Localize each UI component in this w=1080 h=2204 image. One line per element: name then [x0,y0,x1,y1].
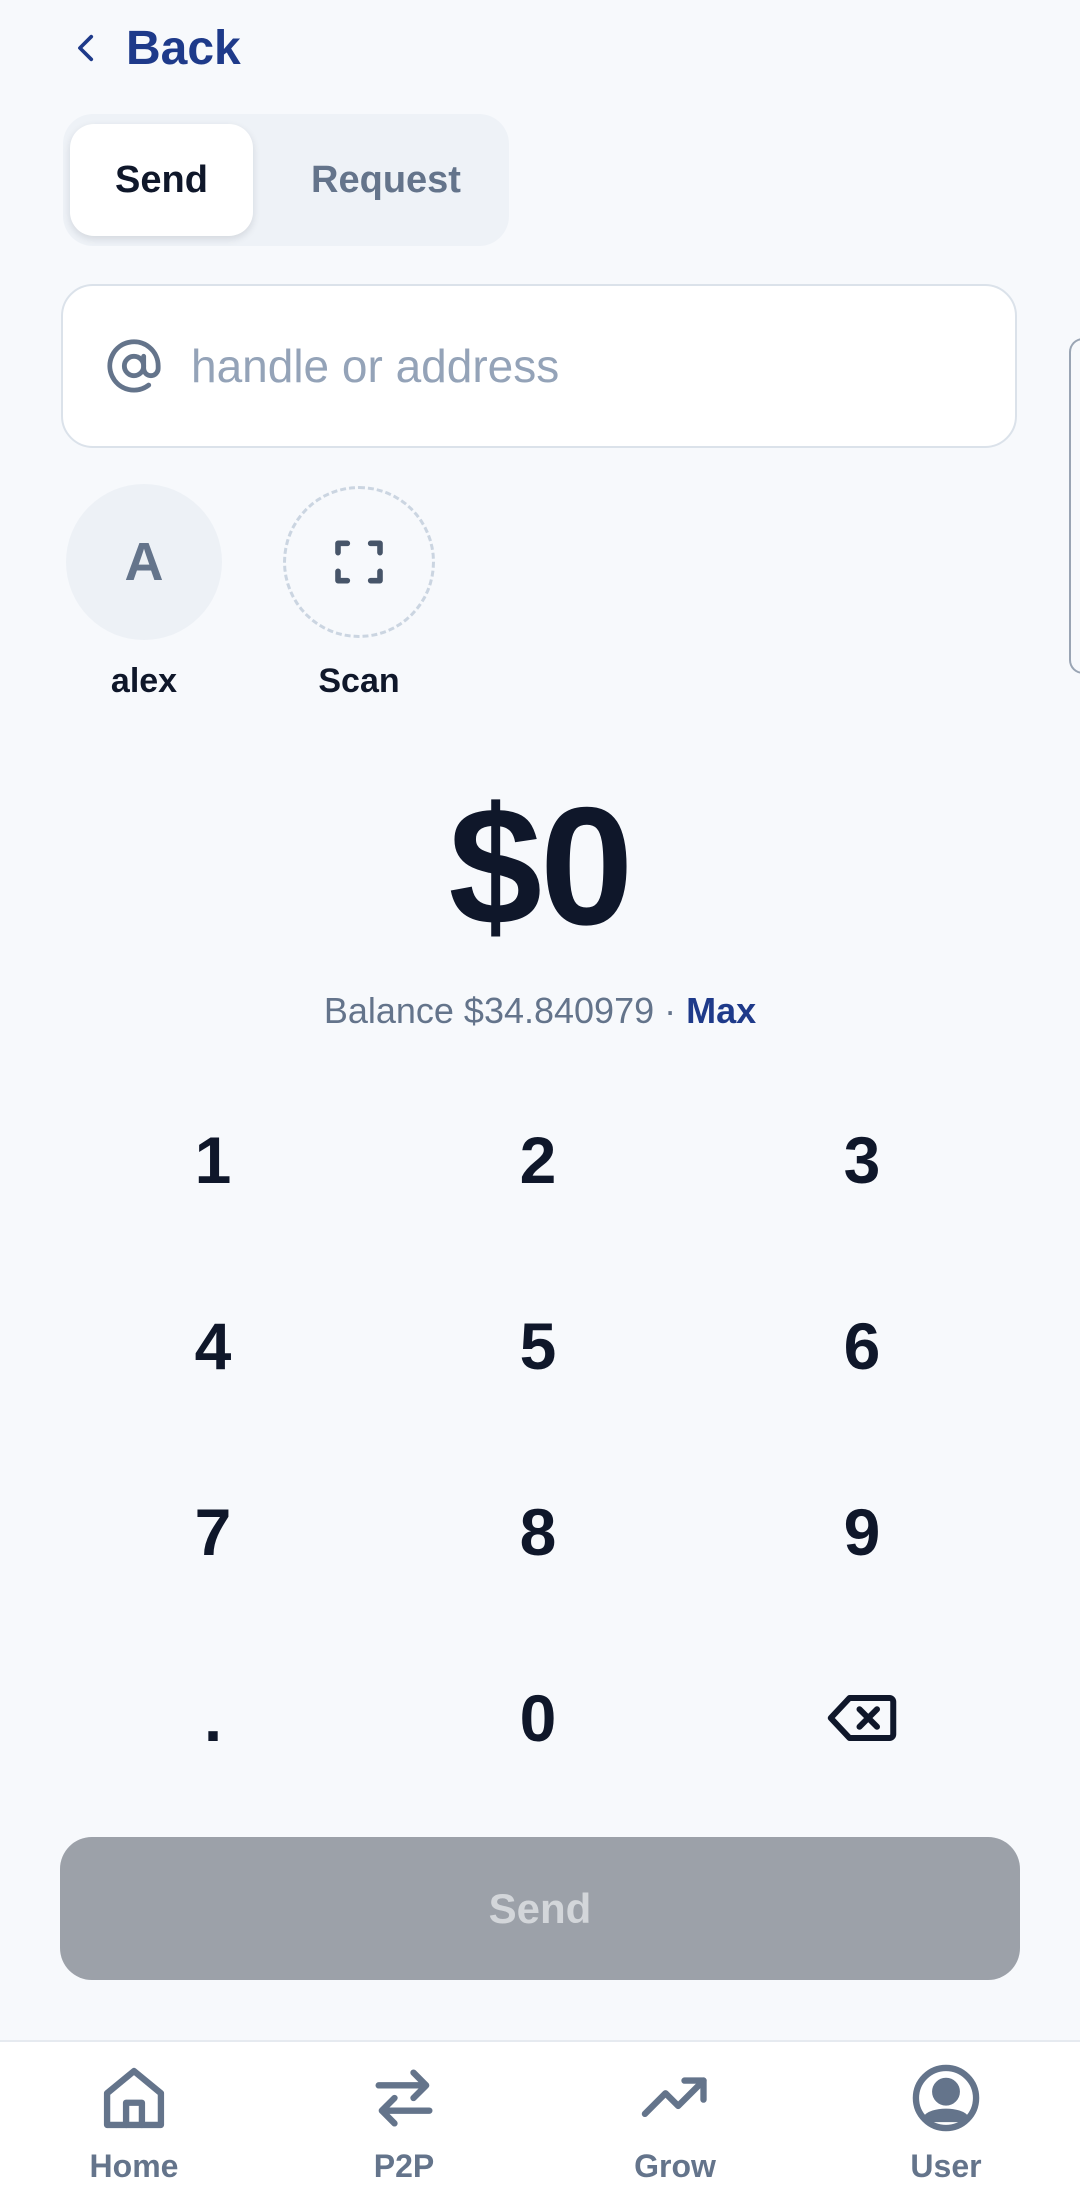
key-9[interactable]: 9 [762,1462,962,1602]
key-5[interactable]: 5 [438,1276,638,1416]
key-backspace[interactable] [762,1648,962,1788]
user-circle-icon [912,2064,980,2132]
contact-alex[interactable]: A alex [64,484,224,701]
back-label: Back [126,21,241,75]
key-decimal[interactable]: . [113,1648,313,1788]
key-6[interactable]: 6 [762,1276,962,1416]
bottom-nav: Home P2P Grow User [0,2040,1080,2204]
back-button[interactable]: Back [70,18,241,78]
tab-send[interactable]: Send [70,124,253,236]
balance-text: Balance $34.840979 · [323,990,687,1031]
scan-circle [283,486,435,638]
nav-p2p[interactable]: P2P [304,2060,504,2185]
backspace-icon [827,1695,897,1741]
key-3[interactable]: 3 [762,1090,962,1230]
recipient-field[interactable] [61,284,1017,448]
nav-label: Home [89,2148,179,2184]
trending-up-icon [641,2077,707,2117]
home-icon [103,2067,165,2129]
edge-handle[interactable] [1069,338,1080,674]
scan-button[interactable]: Scan [279,484,439,701]
send-request-toggle: Send Request [63,114,509,246]
scan-label: Scan [318,662,400,700]
key-0[interactable]: 0 [438,1648,638,1788]
scan-icon [335,540,383,584]
key-1[interactable]: 1 [113,1090,313,1230]
max-button[interactable]: Max [686,990,756,1031]
nav-grow[interactable]: Grow [575,2060,775,2185]
key-7[interactable]: 7 [113,1462,313,1602]
chevron-left-icon [78,34,94,62]
avatar: A [66,484,222,640]
send-button[interactable]: Send [60,1837,1020,1980]
recipient-input[interactable] [191,339,951,393]
nav-label: P2P [373,2148,435,2184]
amount-display: $0 [448,772,634,960]
arrows-exchange-icon [375,2069,433,2127]
nav-label: User [910,2148,982,2184]
balance-line: Balance $34.840979 · Max [0,990,1080,1032]
at-sign-icon [107,339,161,393]
nav-user[interactable]: User [846,2060,1046,2185]
key-2[interactable]: 2 [438,1090,638,1230]
nav-home[interactable]: Home [34,2060,234,2185]
contact-label: alex [110,662,178,700]
key-8[interactable]: 8 [438,1462,638,1602]
tab-request[interactable]: Request [263,124,509,236]
key-4[interactable]: 4 [113,1276,313,1416]
nav-label: Grow [634,2148,716,2184]
